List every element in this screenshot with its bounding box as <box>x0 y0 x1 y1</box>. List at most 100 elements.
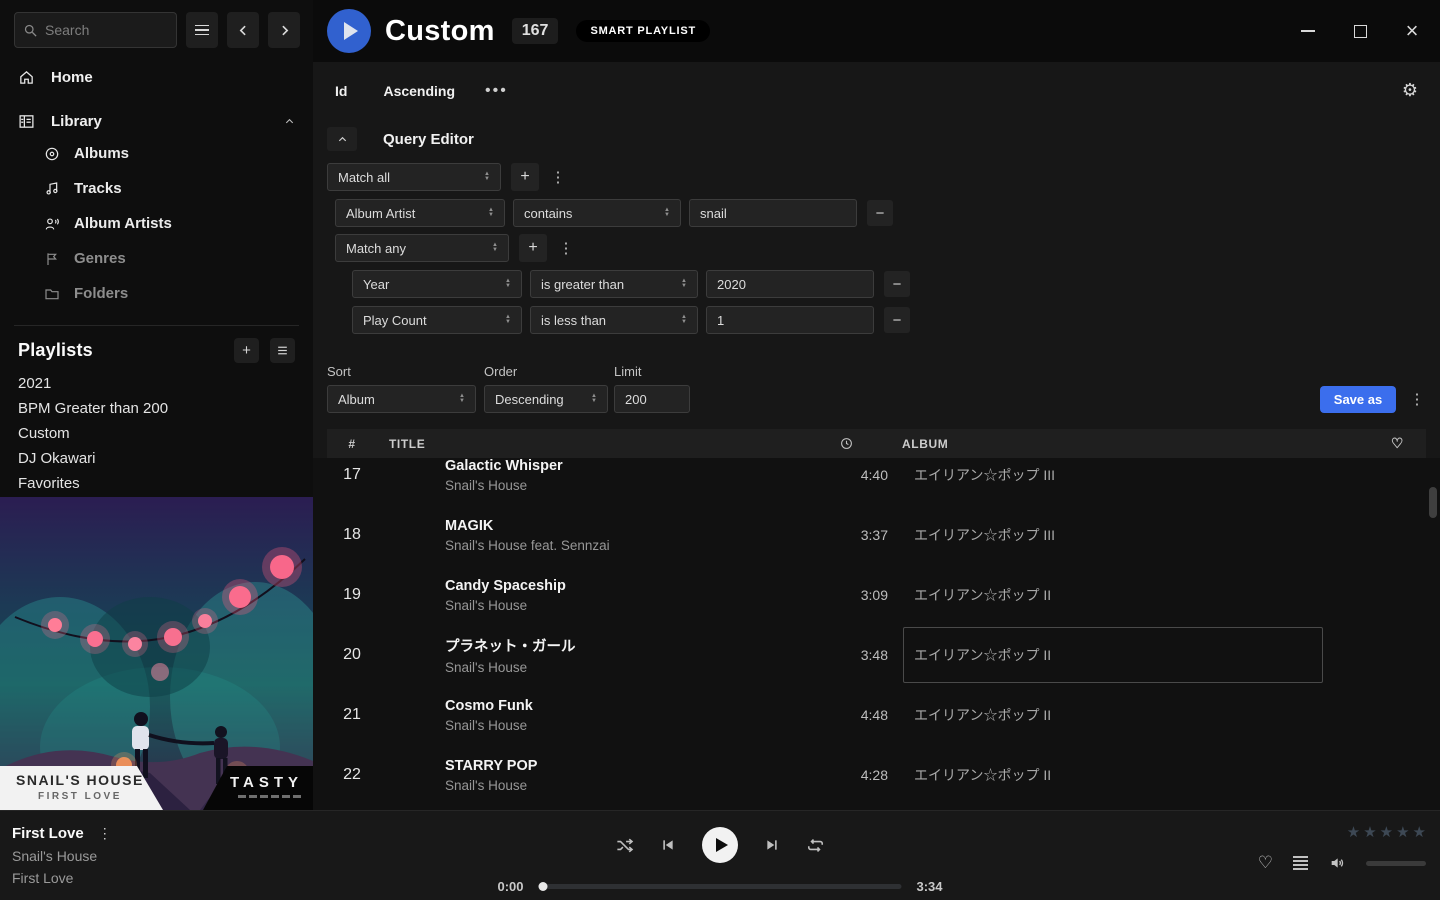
maximize-button[interactable] <box>1346 17 1374 45</box>
track-row[interactable]: 21 Cosmo FunkSnail's House 4:48 エイリアン☆ポッ… <box>327 685 1426 745</box>
rating-stars: ★★★★★ <box>1258 823 1426 841</box>
forward-button[interactable] <box>268 12 300 48</box>
menu-button[interactable] <box>186 12 218 48</box>
volume-slider[interactable] <box>1366 861 1426 866</box>
rule-operator-select[interactable]: is greater than▲▼ <box>530 270 698 298</box>
track-row[interactable]: 22 STARRY POPSnail's House 4:28 エイリアン☆ポッ… <box>327 745 1426 805</box>
column-title[interactable]: TITLE <box>377 437 816 451</box>
track-album[interactable]: エイリアン☆ポップ II <box>914 587 1051 603</box>
remove-rule-button[interactable]: − <box>884 271 910 297</box>
star-icon[interactable]: ★ <box>1347 823 1360 841</box>
playlist-item[interactable]: Custom <box>0 421 313 446</box>
track-album[interactable]: エイリアン☆ポップ III <box>914 527 1055 543</box>
order-select[interactable]: Descending▲▼ <box>484 385 608 413</box>
rule-operator-select[interactable]: is less than▲▼ <box>530 306 698 334</box>
back-button[interactable] <box>227 12 259 48</box>
more-options-icon[interactable]: ••• <box>485 82 508 100</box>
sort-direction-button[interactable]: Ascending <box>383 83 455 99</box>
track-duration: 4:48 <box>828 707 888 723</box>
track-row[interactable]: 20 プラネット・ガールSnail's House 3:48 エイリアン☆ポップ… <box>327 625 1426 685</box>
search-box[interactable] <box>14 12 177 48</box>
star-icon[interactable]: ★ <box>1380 823 1393 841</box>
track-duration: 4:28 <box>828 767 888 783</box>
sidebar-item-library[interactable]: Library <box>0 106 313 136</box>
query-editor-collapse-button[interactable] <box>327 127 357 151</box>
query-kebab-icon[interactable]: ⋮ <box>1408 385 1426 413</box>
previous-button[interactable] <box>660 837 676 853</box>
rule-field-select[interactable]: Play Count▲▼ <box>352 306 522 334</box>
sidebar-item-albums[interactable]: Albums <box>0 136 313 171</box>
seek-thumb[interactable] <box>539 882 548 891</box>
sidebar-item-tracks[interactable]: Tracks <box>0 171 313 206</box>
play-pause-button[interactable] <box>702 827 738 863</box>
rule-value-field[interactable] <box>706 306 874 334</box>
track-duration: 3:37 <box>828 527 888 543</box>
close-button[interactable]: × <box>1398 17 1426 45</box>
playlist-item[interactable]: Favorites <box>0 471 313 496</box>
select-arrows-icon: ▲▼ <box>681 279 687 289</box>
column-album[interactable]: ALBUM <box>902 437 1322 451</box>
track-list: 17 Galactic WhisperSnail's House 4:40 エイ… <box>313 458 1440 812</box>
rule-field-select[interactable]: Year▲▼ <box>352 270 522 298</box>
playlists-title: Playlists <box>18 340 93 361</box>
favorite-column-heart-icon[interactable]: ♡ <box>1322 435 1426 452</box>
star-icon[interactable]: ★ <box>1363 823 1376 841</box>
group-kebab-icon[interactable]: ⋮ <box>557 234 575 262</box>
chevron-up-icon <box>337 134 348 145</box>
group-kebab-icon[interactable]: ⋮ <box>549 163 567 191</box>
rule-value-field[interactable] <box>689 199 857 227</box>
track-row[interactable]: 18 MAGIKSnail's House feat. Sennzai 3:37… <box>327 505 1426 565</box>
limit-field[interactable] <box>614 385 690 413</box>
add-playlist-button[interactable]: + <box>234 338 259 363</box>
rule-field-select[interactable]: Album Artist▲▼ <box>335 199 505 227</box>
column-index[interactable]: # <box>327 437 377 451</box>
match-select[interactable]: Match all▲▼ <box>327 163 501 191</box>
track-row[interactable]: 17 Galactic WhisperSnail's House 4:40 エイ… <box>327 458 1426 505</box>
minimize-button[interactable] <box>1294 17 1322 45</box>
rule-operator-select[interactable]: contains▲▼ <box>513 199 681 227</box>
shuffle-button[interactable] <box>615 836 634 855</box>
chevron-up-icon[interactable] <box>284 116 295 127</box>
next-button[interactable] <box>764 837 780 853</box>
gear-icon[interactable]: ⚙ <box>1402 80 1418 101</box>
now-playing-kebab-icon[interactable]: ⋮ <box>98 825 112 842</box>
save-as-button[interactable]: Save as <box>1320 386 1396 413</box>
queue-icon[interactable] <box>1293 856 1308 870</box>
playlist-item[interactable]: 2021 <box>0 371 313 396</box>
now-playing-artwork[interactable]: SNAIL'S HOUSE FIRST LOVE TASTY <box>0 497 313 810</box>
search-input[interactable] <box>45 22 155 38</box>
track-row[interactable]: 19 Candy SpaceshipSnail's House 3:09 エイリ… <box>327 565 1426 625</box>
sidebar-item-home[interactable]: Home <box>0 62 313 92</box>
play-playlist-button[interactable] <box>327 9 371 53</box>
sort-field-button[interactable]: Id <box>335 83 347 99</box>
track-album[interactable]: エイリアン☆ポップ III <box>914 467 1055 483</box>
track-artist: Snail's House <box>445 478 828 493</box>
sidebar-item-album-artists[interactable]: Album Artists <box>0 206 313 241</box>
remove-rule-button[interactable]: − <box>867 200 893 226</box>
remove-rule-button[interactable]: − <box>884 307 910 333</box>
sidebar-item-folders[interactable]: Folders <box>0 276 313 311</box>
duration-column-clock-icon[interactable] <box>816 437 876 450</box>
query-editor-title: Query Editor <box>383 131 474 148</box>
scrollbar-thumb[interactable] <box>1429 487 1437 518</box>
match-select[interactable]: Match any▲▼ <box>335 234 509 262</box>
add-rule-button[interactable]: + <box>519 234 547 262</box>
album-cell-focused[interactable]: エイリアン☆ポップ II <box>903 627 1323 683</box>
favorite-heart-icon[interactable]: ♡ <box>1258 853 1273 873</box>
playlist-item[interactable]: BPM Greater than 200 <box>0 396 313 421</box>
sort-select[interactable]: Album▲▼ <box>327 385 476 413</box>
track-album[interactable]: エイリアン☆ポップ II <box>914 767 1051 783</box>
star-icon[interactable]: ★ <box>1413 823 1426 841</box>
folder-icon <box>44 286 60 302</box>
playlist-item[interactable]: DJ Okawari <box>0 446 313 471</box>
sidebar-item-genres[interactable]: Genres <box>0 241 313 276</box>
repeat-button[interactable] <box>806 836 825 855</box>
seek-slider[interactable] <box>539 884 902 889</box>
add-rule-button[interactable]: + <box>511 163 539 191</box>
playlist-options-button[interactable] <box>270 338 295 363</box>
rule-value-field[interactable] <box>706 270 874 298</box>
sidebar: Home Library Albums Tracks Album Artists… <box>0 0 313 810</box>
track-album[interactable]: エイリアン☆ポップ II <box>914 707 1051 723</box>
volume-icon[interactable] <box>1328 855 1346 871</box>
star-icon[interactable]: ★ <box>1396 823 1409 841</box>
